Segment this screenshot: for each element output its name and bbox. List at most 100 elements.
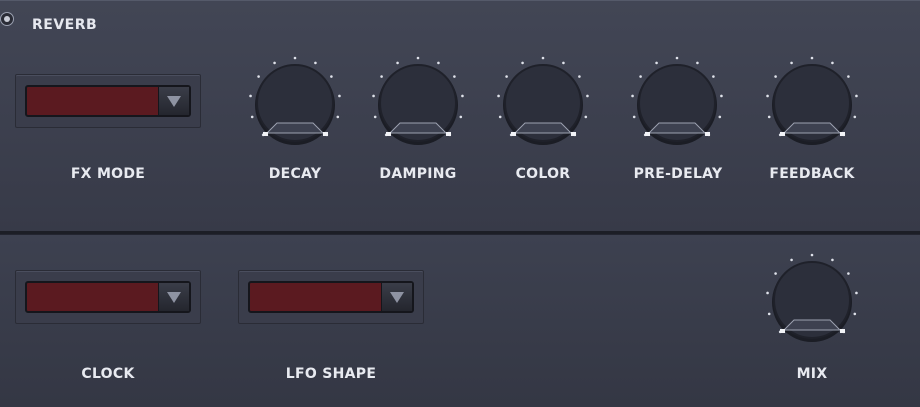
- knob-tick: [696, 61, 699, 65]
- knob-tick: [249, 94, 252, 98]
- knob-tick: [855, 291, 858, 295]
- knob-tick: [338, 94, 341, 98]
- knob-tick: [461, 94, 464, 98]
- knob-tick: [416, 56, 420, 60]
- mix-label: MIX: [796, 366, 828, 382]
- knob-tick: [631, 94, 634, 98]
- knob-tick: [831, 61, 834, 65]
- knob-tick: [766, 291, 769, 295]
- knob-tick: [373, 115, 377, 119]
- color-knob[interactable]: [495, 55, 591, 149]
- lfo-shape-frame: [238, 270, 424, 324]
- knob-tick: [632, 115, 636, 119]
- knob-endcap: [511, 132, 516, 136]
- knob-tick: [767, 312, 771, 316]
- knob-tick: [675, 56, 679, 60]
- knob-graphic: [631, 56, 723, 145]
- knob-base: [265, 122, 325, 134]
- knob-base: [782, 122, 842, 134]
- clock-dropdown[interactable]: [25, 281, 191, 313]
- knob-endcap: [323, 132, 328, 136]
- knob-tick: [855, 94, 858, 98]
- knob-graphic: [497, 56, 589, 145]
- knob-tick: [336, 115, 340, 119]
- knob-graphic: [372, 56, 464, 145]
- knob-tick: [330, 75, 333, 78]
- knob-tick: [655, 61, 658, 65]
- clock-frame: [15, 270, 201, 324]
- damping-label: DAMPING: [379, 166, 457, 182]
- knob-tick: [372, 94, 375, 98]
- knob-tick: [498, 115, 502, 119]
- knob-base: [782, 319, 842, 331]
- knob-tick: [853, 115, 857, 119]
- knob-endcap: [780, 329, 785, 333]
- knob-base: [513, 122, 573, 134]
- knob-base: [647, 122, 707, 134]
- knob-tick: [293, 56, 297, 60]
- damping-knob[interactable]: [370, 55, 466, 149]
- knob-tick: [790, 258, 793, 262]
- knob-tick: [437, 61, 440, 65]
- knob-tick: [766, 94, 769, 98]
- knob-endcap: [645, 132, 650, 136]
- knob-tick: [847, 75, 850, 78]
- knob-tick: [562, 61, 565, 65]
- knob-graphic: [766, 56, 858, 145]
- knob-tick: [459, 115, 463, 119]
- knob-tick: [712, 75, 715, 78]
- feedback-knob[interactable]: [764, 55, 860, 149]
- knob-tick: [831, 258, 834, 262]
- knob-tick: [853, 312, 857, 316]
- knob-endcap: [840, 132, 845, 136]
- knob-tick: [497, 94, 500, 98]
- knob-tick: [847, 272, 850, 275]
- knob-endcap: [705, 132, 710, 136]
- knob-tick: [767, 115, 771, 119]
- decay-knob[interactable]: [247, 55, 343, 149]
- knob-tick: [396, 61, 399, 65]
- fx-mode-dropdown[interactable]: [25, 85, 191, 117]
- feedback-label: FEEDBACK: [769, 166, 855, 182]
- lfo-shape-dropdown[interactable]: [248, 281, 414, 313]
- knob-tick: [453, 75, 456, 78]
- decay-label: DECAY: [268, 166, 322, 182]
- knob-tick: [380, 75, 383, 78]
- knob-endcap: [446, 132, 451, 136]
- knob-tick: [718, 115, 722, 119]
- knob-tick: [505, 75, 508, 78]
- knob-tick: [720, 94, 723, 98]
- knob-graphic: [766, 253, 858, 342]
- mix-knob[interactable]: [764, 252, 860, 346]
- fx-mode-frame: [15, 74, 201, 128]
- knob-endcap: [780, 132, 785, 136]
- knob-tick: [790, 61, 793, 65]
- knob-graphic: [249, 56, 341, 145]
- knob-endcap: [840, 329, 845, 333]
- knob-tick: [541, 56, 545, 60]
- section-title: REVERB: [32, 17, 98, 33]
- chevron-down-icon[interactable]: [158, 87, 189, 115]
- knob-tick: [810, 56, 814, 60]
- chevron-down-icon[interactable]: [158, 283, 189, 311]
- knob-endcap: [386, 132, 391, 136]
- pre-delay-label: PRE-DELAY: [633, 166, 723, 182]
- knob-tick: [810, 253, 814, 257]
- pre-delay-knob[interactable]: [629, 55, 725, 149]
- power-toggle-icon[interactable]: [0, 12, 14, 26]
- knob-tick: [257, 75, 260, 78]
- knob-tick: [314, 61, 317, 65]
- knob-tick: [774, 75, 777, 78]
- knob-tick: [584, 115, 588, 119]
- knob-tick: [273, 61, 276, 65]
- knob-endcap: [571, 132, 576, 136]
- chevron-down-icon[interactable]: [381, 283, 412, 311]
- fx-mode-label: FX MODE: [70, 166, 146, 182]
- lfo-shape-label: LFO SHAPE: [285, 366, 377, 382]
- clock-label: CLOCK: [81, 366, 135, 382]
- knob-tick: [578, 75, 581, 78]
- knob-tick: [250, 115, 254, 119]
- knob-tick: [639, 75, 642, 78]
- knob-endcap: [263, 132, 268, 136]
- knob-tick: [521, 61, 524, 65]
